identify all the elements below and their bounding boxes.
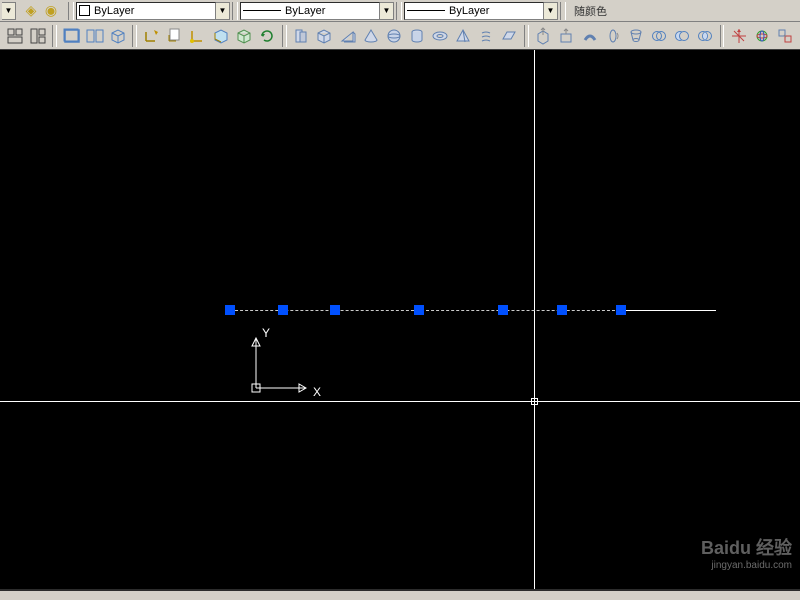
subtract-button[interactable]	[671, 25, 692, 47]
torus-button[interactable]	[429, 25, 450, 47]
view-layout2-button[interactable]	[27, 25, 48, 47]
helix-button[interactable]	[476, 25, 497, 47]
extrude-button[interactable]	[533, 25, 554, 47]
grip[interactable]	[498, 305, 508, 315]
3dalign-button[interactable]	[775, 25, 796, 47]
loft-button[interactable]	[625, 25, 646, 47]
separator	[282, 25, 287, 47]
status-bar	[0, 589, 800, 600]
linetype-dd-arrow[interactable]: ▼	[380, 2, 394, 20]
watermark: Baidu 经验 jingyan.baidu.com	[701, 534, 792, 571]
vport2-button[interactable]	[84, 25, 105, 47]
layer-filter-icon[interactable]: ◈	[22, 2, 40, 20]
separator	[52, 25, 57, 47]
layer-bar: ▼ ◈ ◉ ByLayer ▼ ByLayer ▼ ByLayer ▼ 随颜色	[0, 0, 800, 22]
wedge-button[interactable]	[337, 25, 358, 47]
3dmove-button[interactable]	[728, 25, 749, 47]
box-button[interactable]	[314, 25, 335, 47]
cone-button[interactable]	[360, 25, 381, 47]
watermark-cn: 经验	[756, 538, 792, 558]
drawing-canvas[interactable]: X Y Baidu 经验 jingyan.baidu.com	[0, 50, 800, 589]
vport3-button[interactable]	[107, 25, 128, 47]
intersect-button[interactable]	[695, 25, 716, 47]
separator	[396, 2, 402, 20]
layer-control-icons: ◈ ◉	[22, 2, 60, 20]
ucs-x-label: X	[313, 385, 321, 399]
separator	[560, 2, 566, 20]
separator	[68, 2, 74, 20]
grip[interactable]	[557, 305, 567, 315]
vport-button[interactable]	[61, 25, 82, 47]
grip[interactable]	[278, 305, 288, 315]
ucs-origin-button[interactable]	[187, 25, 208, 47]
bycolor-label: 随颜色	[574, 3, 607, 19]
view-cube-button[interactable]	[234, 25, 255, 47]
union-button[interactable]	[648, 25, 669, 47]
layer-dd-arrow[interactable]: ▼	[2, 2, 16, 20]
ucs-face-button[interactable]	[211, 25, 232, 47]
crosshair-vertical	[534, 50, 535, 589]
separator	[132, 25, 137, 47]
crosshair-horizontal	[0, 401, 800, 402]
color-dd-arrow[interactable]: ▼	[216, 2, 230, 20]
linetype-dropdown[interactable]: ByLayer	[240, 2, 380, 20]
separator	[720, 25, 725, 47]
polysolid-button[interactable]	[291, 25, 312, 47]
separator	[524, 25, 529, 47]
toolbar	[0, 22, 800, 50]
layer-states-icon[interactable]: ◉	[42, 2, 60, 20]
ucs-named-button[interactable]	[164, 25, 185, 47]
lineweight-preview-icon	[407, 10, 445, 11]
linetype-preview-icon	[243, 10, 281, 11]
pyramid-button[interactable]	[453, 25, 474, 47]
pickbox-cursor	[531, 398, 538, 405]
ucs-y-label: Y	[262, 326, 270, 340]
ucs-world-button[interactable]	[141, 25, 162, 47]
color-dropdown[interactable]: ByLayer	[76, 2, 216, 20]
refresh-button[interactable]	[257, 25, 278, 47]
lineweight-dd-label: ByLayer	[449, 5, 541, 17]
color-dd-label: ByLayer	[94, 5, 213, 17]
grip[interactable]	[616, 305, 626, 315]
lineweight-dropdown[interactable]: ByLayer	[404, 2, 544, 20]
lineweight-dd-arrow[interactable]: ▼	[544, 2, 558, 20]
sphere-button[interactable]	[383, 25, 404, 47]
cylinder-button[interactable]	[406, 25, 427, 47]
grip[interactable]	[225, 305, 235, 315]
view-layout1-button[interactable]	[4, 25, 25, 47]
watermark-brand: Baidu	[701, 538, 751, 558]
grip[interactable]	[414, 305, 424, 315]
selected-line-extension	[616, 310, 716, 311]
color-swatch-icon	[79, 5, 90, 16]
presspull-button[interactable]	[556, 25, 577, 47]
revolve-button[interactable]	[602, 25, 623, 47]
3drotate-button[interactable]	[752, 25, 773, 47]
separator	[232, 2, 238, 20]
linetype-dd-label: ByLayer	[285, 5, 377, 17]
planar-button[interactable]	[499, 25, 520, 47]
sweep-button[interactable]	[579, 25, 600, 47]
grip[interactable]	[330, 305, 340, 315]
watermark-url: jingyan.baidu.com	[701, 560, 792, 571]
